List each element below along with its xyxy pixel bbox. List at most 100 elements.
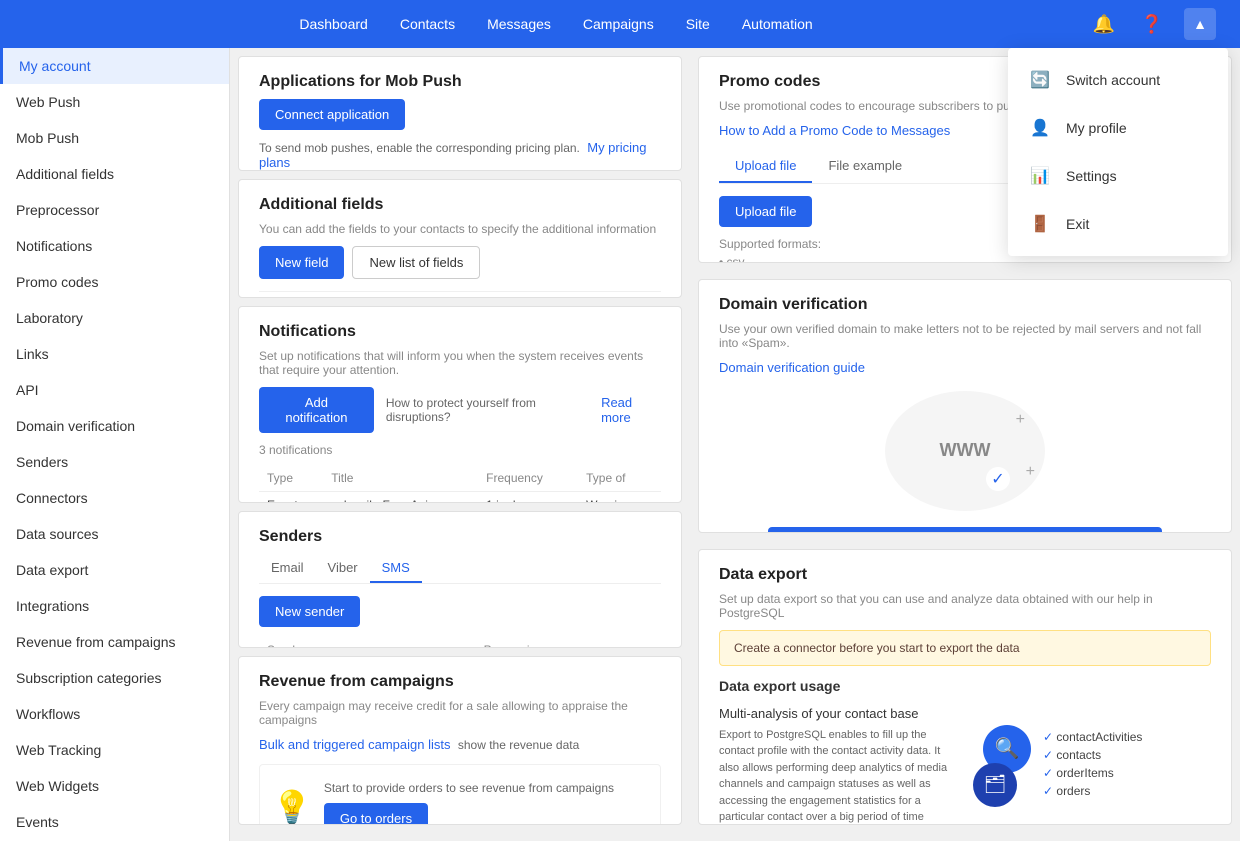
notifications-bell-button[interactable]: 🔔 xyxy=(1088,8,1120,40)
dropdown-item-settings[interactable]: 📊Settings xyxy=(1008,152,1228,200)
notifications-title: Notifications xyxy=(259,323,661,341)
upload-file-button[interactable]: Upload file xyxy=(719,196,812,227)
data-usage-grid: Multi-analysis of your contact base Expo… xyxy=(719,706,1211,825)
data-export-title: Data export xyxy=(719,566,1211,584)
tab-email[interactable]: Email xyxy=(259,554,316,583)
checklist-item-2: contacts xyxy=(1043,748,1142,762)
read-more-link[interactable]: Read more xyxy=(601,395,661,425)
tab-viber[interactable]: Viber xyxy=(316,554,370,583)
sidebar-item-notifications[interactable]: Notifications xyxy=(0,228,229,264)
www-label: WWW xyxy=(940,440,991,461)
dropdown-label: My profile xyxy=(1066,120,1127,136)
sidebar-item-my-account[interactable]: My account xyxy=(0,48,229,84)
notif-col-type: Type xyxy=(259,465,323,492)
dropdown-icon: 🚪 xyxy=(1028,212,1052,236)
sidebar-item-additional-fields[interactable]: Additional fields xyxy=(0,156,229,192)
sidebar-item-senders[interactable]: Senders xyxy=(0,444,229,480)
nav-site[interactable]: Site xyxy=(686,16,710,32)
applications-panel: Applications for Mob Push Connect applic… xyxy=(238,56,682,171)
new-field-button[interactable]: New field xyxy=(259,246,344,279)
data-usage-subtitle: Multi-analysis of your contact base xyxy=(719,706,957,721)
nav-campaigns[interactable]: Campaigns xyxy=(583,16,654,32)
add-domain-button[interactable]: Add domain xyxy=(768,527,1162,533)
revenue-panel: Revenue from campaigns Every campaign ma… xyxy=(238,656,682,825)
senders-table: Sender name Processing System xyxy=(259,637,661,648)
data-usage-visual: 🔍 🗂 contactActivities contacts orderItem… xyxy=(973,706,1211,825)
plus-decoration-1: + xyxy=(1016,411,1025,429)
sidebar-item-api[interactable]: API xyxy=(0,372,229,408)
sender-col-processing: Processing xyxy=(476,637,661,648)
sidebar-item-preprocessor[interactable]: Preprocessor xyxy=(0,192,229,228)
data-export-panel: Data export Set up data export so that y… xyxy=(698,549,1232,825)
help-button[interactable]: ❓ xyxy=(1136,8,1168,40)
senders-header: Senders xyxy=(239,512,681,546)
format-csv: • csv xyxy=(719,255,1211,263)
domain-header: Domain verification xyxy=(699,280,1231,314)
connect-application-button[interactable]: Connect application xyxy=(259,99,405,130)
add-notification-button[interactable]: Add notification xyxy=(259,387,374,433)
bulk-campaigns-link[interactable]: Bulk and triggered campaign lists xyxy=(259,737,451,752)
domain-body: Use your own verified domain to make let… xyxy=(699,322,1231,533)
senders-tabs: Email Viber SMS xyxy=(259,554,661,584)
nav-automation[interactable]: Automation xyxy=(742,16,813,32)
db-symbol-2: 🗂 xyxy=(984,774,1007,795)
additional-fields-description: You can add the fields to your contacts … xyxy=(259,222,661,236)
sidebar-item-revenue-from-campaigns[interactable]: Revenue from campaigns xyxy=(0,624,229,660)
domain-guide-link[interactable]: Domain verification guide xyxy=(719,360,1211,375)
tab-upload-file[interactable]: Upload file xyxy=(719,150,812,183)
dropdown-icon: 🔄 xyxy=(1028,68,1052,92)
sidebar-item-data-export[interactable]: Data export xyxy=(0,552,229,588)
data-export-header: Data export xyxy=(699,550,1231,584)
dropdown-icon: 📊 xyxy=(1028,164,1052,188)
notif-frequency-cell: 1 in day xyxy=(478,491,578,503)
sidebar-item-web-push[interactable]: Web Push xyxy=(0,84,229,120)
sidebar-item-laboratory[interactable]: Laboratory xyxy=(0,300,229,336)
tab-sms[interactable]: SMS xyxy=(370,554,422,583)
nav-messages[interactable]: Messages xyxy=(487,16,551,32)
new-sender-button[interactable]: New sender xyxy=(259,596,360,627)
go-to-orders-button[interactable]: Go to orders xyxy=(324,803,428,825)
data-export-body: Set up data export so that you can use a… xyxy=(699,592,1231,825)
sidebar-item-integrations[interactable]: Integrations xyxy=(0,588,229,624)
user-menu-button[interactable]: ▲ xyxy=(1184,8,1216,40)
domain-description: Use your own verified domain to make let… xyxy=(719,322,1211,350)
nav-contacts[interactable]: Contacts xyxy=(400,16,455,32)
dropdown-item-my-profile[interactable]: 👤My profile xyxy=(1008,104,1228,152)
sidebar-item-web-tracking[interactable]: Web Tracking xyxy=(0,732,229,768)
sidebar-item-domain-verification[interactable]: Domain verification xyxy=(0,408,229,444)
notif-col-kind: Type of xyxy=(578,465,661,492)
data-usage-icons: 🔍 🗂 xyxy=(973,725,1031,807)
sidebar-item-links[interactable]: Links xyxy=(0,336,229,372)
senders-title: Senders xyxy=(259,528,661,546)
sidebar: My accountWeb PushMob PushAdditional fie… xyxy=(0,48,230,841)
applications-header: Applications for Mob Push xyxy=(239,57,681,91)
notif-col-title: Title xyxy=(323,465,478,492)
dropdown-item-exit[interactable]: 🚪Exit xyxy=(1008,200,1228,248)
applications-body: Connect application To send mob pushes, … xyxy=(239,99,681,171)
new-list-button[interactable]: New list of fields xyxy=(352,246,480,279)
applications-description: To send mob pushes, enable the correspon… xyxy=(259,140,661,170)
sidebar-item-subscription-categories[interactable]: Subscription categories xyxy=(0,660,229,696)
notif-kind-cell: Warning xyxy=(578,491,661,503)
dropdown-menu: 🔄Switch account👤My profile📊Settings🚪Exit xyxy=(1008,48,1228,256)
sidebar-item-mob-push[interactable]: Mob Push xyxy=(0,120,229,156)
checklist-item-3: orderItems xyxy=(1043,766,1142,780)
nav-dashboard[interactable]: Dashboard xyxy=(299,16,368,32)
revenue-cta-text: Start to provide orders to see revenue f… xyxy=(324,781,660,795)
sender-col-name: Sender name xyxy=(259,637,476,648)
sidebar-item-web-widgets[interactable]: Web Widgets xyxy=(0,768,229,804)
data-export-description: Set up data export so that you can use a… xyxy=(719,592,1211,620)
dropdown-item-switch-account[interactable]: 🔄Switch account xyxy=(1008,56,1228,104)
sidebar-item-events[interactable]: Events xyxy=(0,804,229,840)
sidebar-item-data-sources[interactable]: Data sources xyxy=(0,516,229,552)
checklist-item-4: orders xyxy=(1043,784,1142,798)
notifications-description: Set up notifications that will inform yo… xyxy=(259,349,661,377)
checklist-item-1: contactActivities xyxy=(1043,730,1142,744)
left-column: Applications for Mob Push Connect applic… xyxy=(230,48,690,841)
tab-file-example[interactable]: File example xyxy=(812,150,918,183)
plus-decoration-2: + xyxy=(1026,463,1035,481)
sidebar-item-promo-codes[interactable]: Promo codes xyxy=(0,264,229,300)
data-usage-text-col: Multi-analysis of your contact base Expo… xyxy=(719,706,957,825)
sidebar-item-workflows[interactable]: Workflows xyxy=(0,696,229,732)
sidebar-item-connectors[interactable]: Connectors xyxy=(0,480,229,516)
